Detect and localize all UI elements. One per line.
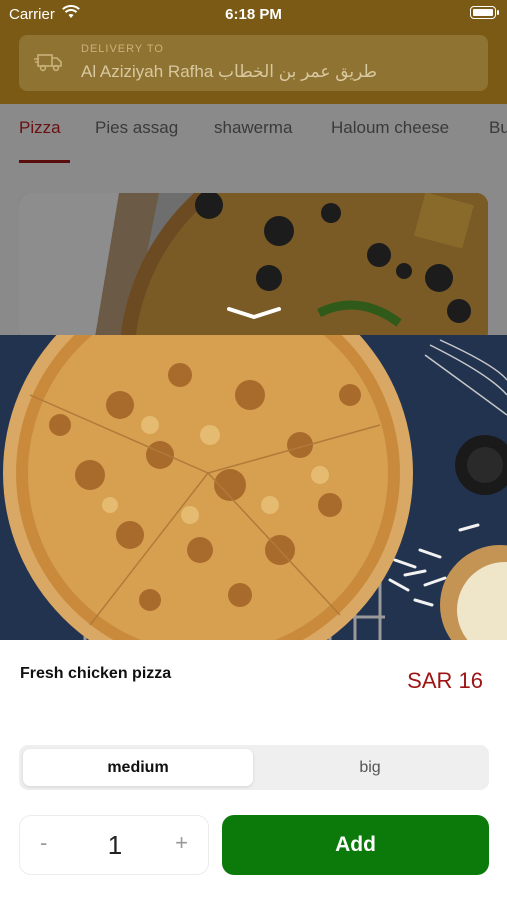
category-tabs: Pizza Pies assag shawerma Haloum cheese … [0, 104, 507, 166]
status-bar: Carrier 6:18 PM [0, 0, 507, 30]
delivery-address: Al Aziziyah Rafha طريق عمر بن الخطاب [81, 62, 378, 81]
tab-shawerma[interactable]: shawerma [214, 118, 292, 138]
tab-pies-assag[interactable]: Pies assag [95, 118, 178, 138]
increment-button[interactable]: + [175, 830, 188, 856]
background-pizza-image [19, 193, 488, 343]
truck-icon [34, 54, 62, 72]
header: Carrier 6:18 PM DELIVERY TO Al Aziziyah … [0, 0, 507, 104]
tab-pizza[interactable]: Pizza [19, 118, 61, 138]
battery-icon [470, 6, 499, 19]
clock: 6:18 PM [225, 6, 282, 23]
chevron-down-icon[interactable] [226, 306, 282, 320]
background-product-card [19, 193, 488, 343]
product-sheet: Fresh chicken pizza SAR 16 medium big - … [0, 335, 507, 900]
active-tab-indicator [19, 160, 70, 163]
delivery-address-selector[interactable]: DELIVERY TO Al Aziziyah Rafha طريق عمر ب… [19, 35, 488, 91]
size-option-big[interactable]: big [255, 749, 485, 786]
tab-bu[interactable]: Bu [489, 118, 507, 138]
product-image [0, 335, 507, 640]
add-button[interactable]: Add [222, 815, 489, 875]
tab-haloum-cheese[interactable]: Haloum cheese [331, 118, 449, 138]
product-name: Fresh chicken pizza [20, 665, 172, 682]
quantity-stepper: - 1 + [19, 815, 209, 875]
size-option-medium[interactable]: medium [23, 749, 253, 786]
delivery-label: DELIVERY TO [81, 43, 164, 55]
size-selector: medium big [19, 745, 489, 790]
product-price: SAR 16 [407, 668, 483, 693]
